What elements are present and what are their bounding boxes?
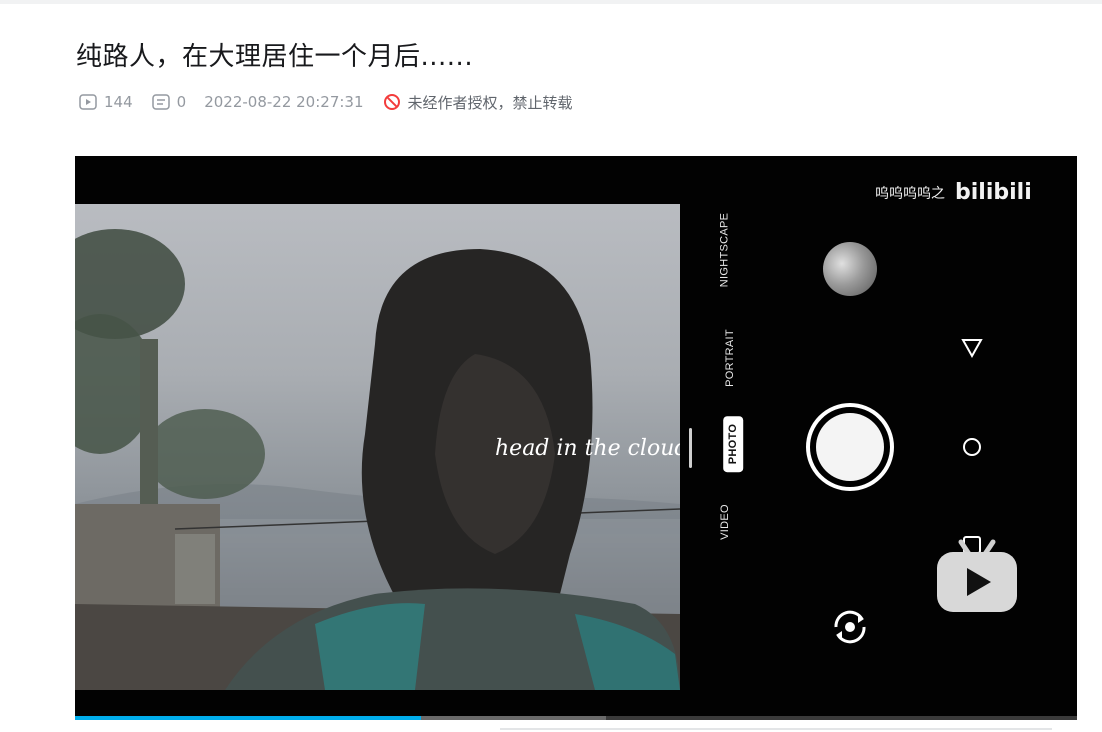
progress-played: [75, 716, 421, 720]
publish-date-value: 2022-08-22 20:27:31: [204, 93, 364, 111]
watermark-user: 呜呜呜呜之: [875, 185, 945, 202]
video-title: 纯路人，在大理居住一个月后......: [76, 42, 474, 72]
gallery-thumbnail: [823, 242, 877, 296]
progress-track[interactable]: [75, 716, 1077, 720]
mode-indicator: [689, 428, 692, 468]
danmaku-count: 0: [151, 92, 187, 112]
video-overlay-caption: head in the clouds: [495, 436, 680, 461]
mode-nightscape: NIGHTSCAPE: [718, 212, 731, 288]
mode-video: VIDEO: [718, 504, 731, 540]
shutter-button: [806, 403, 894, 491]
play-count-icon: [79, 94, 97, 110]
circle-icon: [963, 438, 981, 456]
triangle-icon: [961, 339, 983, 359]
copyright-notice: 未经作者授权，禁止转载: [382, 92, 573, 113]
below-player-divider: [500, 728, 1052, 730]
video-frame[interactable]: head in the clouds: [75, 204, 680, 690]
watermark-brand: bilibili: [955, 180, 1032, 205]
mode-portrait: PORTRAIT: [723, 329, 736, 387]
mode-photo: PHOTO: [723, 415, 744, 473]
video-meta: 144 0 2022-08-22 20:27:31 未经作者授权，禁止转载: [78, 90, 591, 114]
watermark: 呜呜呜呜之 bilibili: [875, 180, 1032, 205]
switch-camera-icon: [834, 610, 866, 644]
danmaku-icon: [151, 94, 170, 110]
no-repost-icon: [383, 94, 400, 110]
publish-date: 2022-08-22 20:27:31: [204, 93, 363, 111]
danmaku-count-value: 0: [176, 93, 187, 111]
copyright-notice-text: 未经作者授权，禁止转载: [407, 93, 573, 112]
video-player[interactable]: head in the clouds NIGHTSCAPE PORTRAIT P…: [75, 156, 1077, 720]
bili-tv-logo-icon[interactable]: [935, 534, 1019, 614]
view-count-value: 144: [104, 93, 133, 111]
top-divider: [0, 0, 1102, 4]
view-count: 144: [78, 92, 133, 112]
